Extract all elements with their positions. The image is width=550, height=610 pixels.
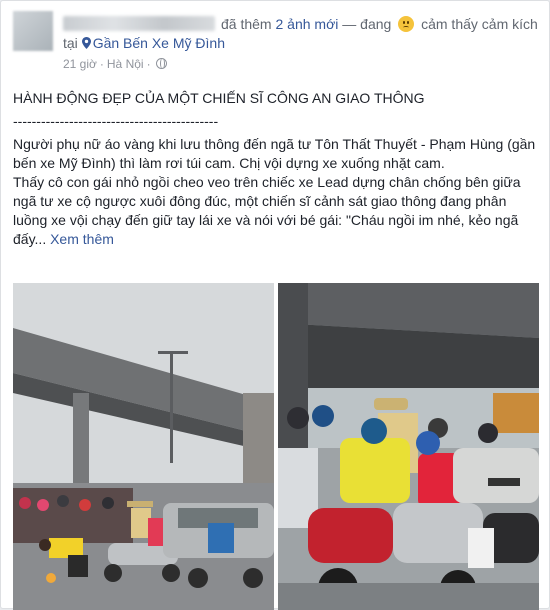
see-more-link[interactable]: Xem thêm — [50, 231, 114, 247]
post-meta: 21 giờ · Hà Nội · — [63, 57, 167, 71]
location-link[interactable]: Gần Bến Xe Mỹ Đình — [93, 35, 225, 51]
feeling-prefix: — đang — [342, 16, 392, 32]
meta-separator-2: · — [146, 57, 151, 71]
post-photo-2[interactable] — [278, 283, 539, 610]
smiling-face-icon — [398, 16, 415, 32]
post-divider: ----------------------------------------… — [13, 113, 219, 129]
map-pin-icon — [81, 37, 91, 49]
avatar[interactable] — [13, 11, 53, 51]
post-header: đã thêm 2 ảnh mới — đang cảm thấy cảm kí… — [63, 15, 543, 53]
post-photo-1[interactable] — [13, 283, 274, 610]
author-name-blurred[interactable] — [63, 16, 215, 31]
post-title: HÀNH ĐỘNG ĐẸP CỦA MỘT CHIẾN SĨ CÔNG AN G… — [13, 90, 425, 106]
timestamp-link[interactable]: 21 giờ — [63, 57, 97, 71]
globe-icon[interactable] — [155, 58, 167, 69]
action-text: đã thêm — [221, 16, 272, 32]
photo-1-scene — [13, 283, 274, 610]
photos-link[interactable]: 2 ảnh mới — [275, 16, 338, 32]
meta-separator-1: · — [99, 57, 104, 71]
photo-2-scene — [278, 283, 539, 610]
post-body: HÀNH ĐỘNG ĐẸP CỦA MỘT CHIẾN SĨ CÔNG AN G… — [13, 89, 543, 249]
facebook-post: đã thêm 2 ảnh mới — đang cảm thấy cảm kí… — [0, 0, 550, 610]
post-paragraph-2: Thấy cô con gái nhỏ ngồi cheo veo trên c… — [13, 173, 543, 249]
place-link[interactable]: Hà Nội — [107, 57, 144, 71]
post-paragraph-1: Người phụ nữ áo vàng khi lưu thông đến n… — [13, 136, 536, 171]
